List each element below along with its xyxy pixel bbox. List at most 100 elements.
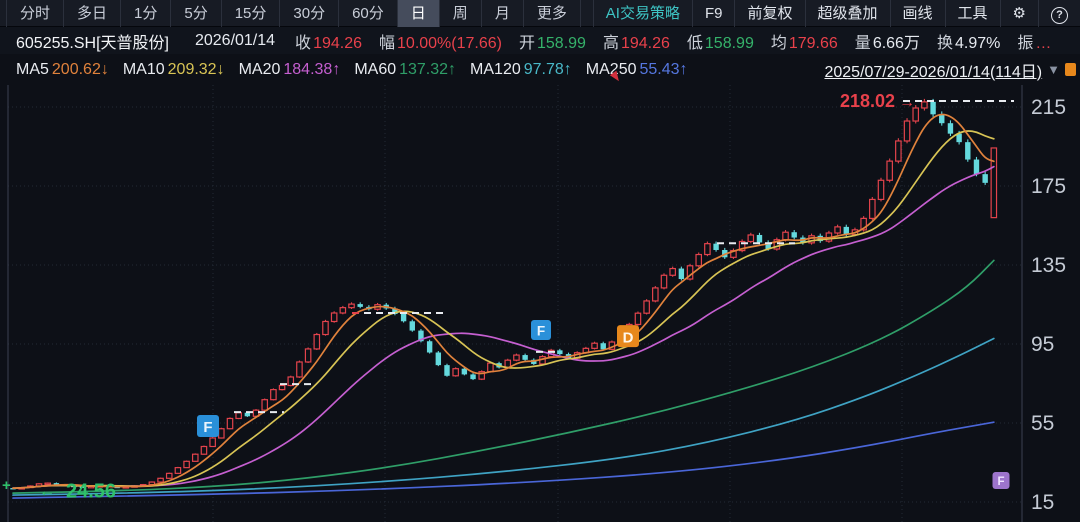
- candle-body: [209, 437, 216, 448]
- ma250-value: MA250 55.43↑: [585, 60, 688, 78]
- tool-forward-adjust[interactable]: 前复权: [734, 0, 804, 27]
- candle-body: [869, 198, 876, 219]
- candle-body: [183, 460, 190, 469]
- ma-legend-bar: MA5 200.62↓ MA10 209.32↓ MA20 184.38↑ MA60 137.…: [0, 54, 1080, 85]
- ma20-line: [12, 165, 995, 490]
- candle-body: [435, 352, 442, 366]
- candle-body: [409, 321, 415, 331]
- price-annotation: +: [2, 477, 11, 494]
- ma60-line: [12, 259, 995, 494]
- quote-field-volume: 量 6.66万: [854, 34, 920, 52]
- candle-body: [660, 274, 668, 289]
- ma250-line: [12, 421, 995, 499]
- candle-body: [452, 368, 459, 377]
- quote-fields: 收 194.26 幅 10.00%(17.66) 开 158.99 高 194.26 低 158.…: [295, 29, 1068, 53]
- candle-body: [296, 361, 303, 378]
- tab-fenshi[interactable]: 分时: [6, 0, 65, 27]
- candle-body: [200, 445, 208, 455]
- y-axis-label: 175: [1031, 175, 1066, 198]
- candle-body: [313, 333, 321, 350]
- quote-date: 2026/01/14: [194, 31, 276, 49]
- tab-month[interactable]: 月: [482, 0, 524, 27]
- price-annotation: 218.02: [840, 91, 895, 111]
- candle-body: [157, 477, 164, 483]
- tab-week[interactable]: 周: [440, 0, 482, 27]
- tool-tools[interactable]: 工具: [944, 0, 1000, 27]
- candle-body: [191, 453, 199, 462]
- candle-body: [886, 160, 893, 181]
- tool-f9[interactable]: F9: [691, 0, 735, 27]
- candle-body: [965, 142, 971, 160]
- period-toolbar: 分时 多日 1分 5分 15分 30分 60分日周月更多 AI交易策略 F9 前复权 超级叠加 画线…: [0, 0, 1080, 27]
- range-selector-group: 2025/07/29-2026/01/14(114日) ▼: [824, 58, 1080, 82]
- tab-more[interactable]: 更多: [524, 0, 581, 27]
- candle-body: [704, 243, 711, 256]
- period-tabs: 分时 多日 1分 5分 15分 30分 60分日周月更多: [0, 0, 581, 27]
- tab-duori[interactable]: 多日: [64, 0, 122, 27]
- stock-code-name: 605255.SH[天普股份]: [16, 34, 169, 52]
- quote-field-close: 收 194.26: [295, 34, 362, 52]
- tab-1min[interactable]: 1分: [121, 0, 172, 27]
- stock-chart-app: 分时 多日 1分 5分 15分 30分 60分日周月更多 AI交易策略 F9 前复权 超级叠加 画线…: [0, 0, 1080, 522]
- quote-field-amplitude: 振…: [1017, 34, 1052, 52]
- candle-body: [834, 226, 841, 234]
- signal-badge-letter: F: [997, 476, 1004, 488]
- tool-draw-line[interactable]: 画线: [889, 0, 945, 27]
- tool-super-overlay[interactable]: 超级叠加: [804, 0, 890, 27]
- candle-body: [652, 287, 659, 302]
- candle-body: [235, 412, 242, 420]
- ma120-value: MA120 97.78↑: [470, 60, 572, 78]
- chevron-down-icon[interactable]: ▼: [1047, 62, 1060, 77]
- signal-badge-letter: F: [537, 324, 545, 339]
- price-annotation: ←: [39, 483, 55, 500]
- tab-60min[interactable]: 60分: [339, 0, 398, 27]
- candle-body: [261, 399, 269, 411]
- candle-body: [634, 312, 642, 326]
- candle-body: [600, 343, 606, 350]
- candle-body: [513, 354, 520, 361]
- candle-body: [444, 365, 450, 376]
- candle-body: [304, 348, 312, 363]
- candle-body: [695, 253, 703, 267]
- tab-30min[interactable]: 30分: [280, 0, 340, 27]
- candle-body: [400, 313, 407, 322]
- candle-body: [339, 307, 347, 314]
- date-range-selector[interactable]: 2025/07/29-2026/01/14(114日): [824, 58, 1042, 82]
- y-axis-label: 135: [1031, 254, 1066, 277]
- y-axis-label: 55: [1031, 412, 1054, 435]
- y-axis-label: 215: [1031, 96, 1066, 119]
- candlestick-chart[interactable]: 215 175 135 95 55 15 F F D F 218.02 → 24.56 ← +: [0, 85, 1080, 522]
- candle-body: [348, 303, 355, 309]
- ma5-value: MA5 200.62↓: [16, 60, 109, 78]
- ma10-line: [12, 130, 995, 490]
- settings-gear-icon[interactable]: ⚙: [999, 0, 1038, 27]
- signal-badge-letter: D: [623, 329, 634, 346]
- candle-body: [747, 234, 755, 243]
- ma-items: MA5 200.62↓ MA10 209.32↓ MA20 184.38↑ MA60 137.…: [16, 61, 702, 79]
- signal-badge-letter: F: [203, 419, 212, 436]
- candle-body: [426, 341, 433, 353]
- quote-field-open: 开 158.99: [518, 34, 586, 52]
- candle-body: [557, 350, 563, 355]
- quote-field-turnover: 换 4.97%: [936, 34, 1001, 52]
- tab-5min[interactable]: 5分: [171, 0, 222, 27]
- ma20-value: MA20 184.38↑: [238, 60, 341, 78]
- tab-15min[interactable]: 15分: [222, 0, 281, 27]
- tool-ai-strategy[interactable]: AI交易策略: [592, 0, 692, 27]
- tab-day[interactable]: 日: [397, 0, 440, 27]
- candle-body: [982, 174, 988, 183]
- ma60-value: MA60 137.32↑: [354, 60, 457, 78]
- ma10-value: MA10 209.32↓: [122, 60, 225, 78]
- candle-body: [877, 179, 885, 201]
- candle-body: [791, 232, 797, 238]
- candle-body: [278, 384, 286, 391]
- candle-body: [330, 312, 338, 323]
- indicator-orange-icon[interactable]: [1065, 63, 1076, 76]
- candle-body: [930, 101, 936, 115]
- quote-field-avg: 均 179.66: [770, 34, 838, 52]
- candle-body: [678, 268, 685, 280]
- help-icon[interactable]: ?: [1038, 0, 1080, 27]
- candle-body: [174, 467, 182, 474]
- candle-body: [270, 389, 277, 401]
- candle-body: [947, 123, 954, 134]
